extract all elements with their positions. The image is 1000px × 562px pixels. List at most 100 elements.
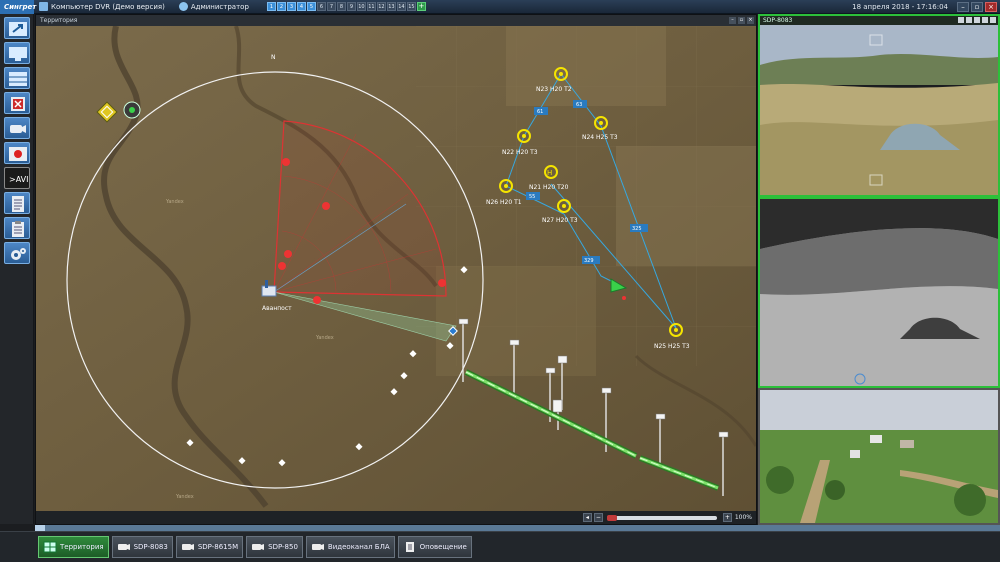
task-territory[interactable]: Территория xyxy=(38,536,109,558)
zoom-slider-thumb[interactable] xyxy=(606,514,617,521)
radar-target-marker[interactable] xyxy=(284,250,292,258)
camera-tool-button[interactable] xyxy=(966,17,972,23)
workspace-tab-10[interactable]: 10 xyxy=(356,2,366,11)
document-icon xyxy=(405,542,414,552)
workspace-tab-9[interactable]: 9 xyxy=(346,2,356,11)
minimize-button[interactable]: – xyxy=(957,2,969,12)
radar-target-marker[interactable] xyxy=(322,202,330,210)
workspace-tab-7[interactable]: 7 xyxy=(326,2,336,11)
workspace-tab-3[interactable]: 3 xyxy=(286,2,296,11)
clipboard-icon xyxy=(12,221,24,237)
camera-button[interactable] xyxy=(4,117,30,139)
avi-export-button[interactable]: >AVI xyxy=(4,167,30,189)
task-label: Территория xyxy=(60,543,104,551)
target-lock-icon[interactable] xyxy=(123,101,141,119)
field-patch xyxy=(506,26,666,106)
map-panel-title: Территория xyxy=(40,17,78,24)
computer-icon xyxy=(39,2,48,11)
camera-head[interactable] xyxy=(552,399,563,413)
task-label: SDP-8083 xyxy=(133,543,168,551)
camera-tool-button[interactable] xyxy=(990,17,996,23)
layout-grid-icon xyxy=(9,72,27,86)
workspace-tab-14[interactable]: 14 xyxy=(396,2,406,11)
task-label: SDP-8615M xyxy=(197,543,239,551)
workspace-tab-8[interactable]: 8 xyxy=(336,2,346,11)
user-menu[interactable]: Администратор xyxy=(178,2,249,11)
panel-close-button[interactable]: × xyxy=(747,17,754,24)
panel-minimize-button[interactable]: – xyxy=(729,17,736,24)
journal-button[interactable] xyxy=(4,192,30,214)
territory-map[interactable]: Аванпост N 61 63 55 325 329 N23 H20 T2 N… xyxy=(36,26,756,512)
computer-name: Компьютер DVR (Демо версия) xyxy=(51,2,165,11)
map-panel-header: Территория – ▫ × xyxy=(36,15,756,26)
close-view-button[interactable] xyxy=(4,92,30,114)
settings-button[interactable] xyxy=(4,242,30,264)
task-sdp-850[interactable]: SDP-850 xyxy=(246,536,303,558)
task-sdp-8083[interactable]: SDP-8083 xyxy=(111,536,173,558)
add-workspace-button[interactable]: + xyxy=(416,2,426,11)
workspace-tab-13[interactable]: 13 xyxy=(386,2,396,11)
task-sdp-8615m[interactable]: SDP-8615M xyxy=(175,536,244,558)
camera-head[interactable] xyxy=(458,318,469,325)
record-button[interactable] xyxy=(4,142,30,164)
computer-selector[interactable]: Компьютер DVR (Демо версия) xyxy=(39,2,165,11)
maximize-button[interactable]: ▫ xyxy=(971,2,983,12)
task-label: Оповещение xyxy=(419,543,467,551)
top-bar: Сингрет Компьютер DVR (Демо версия) Адми… xyxy=(0,0,1000,14)
panel-maximize-button[interactable]: ▫ xyxy=(738,17,745,24)
radar-target-marker[interactable] xyxy=(282,158,290,166)
camera-view-1[interactable]: SDP-8083 xyxy=(758,14,1000,197)
camera-head[interactable] xyxy=(718,431,729,438)
workspace-tab-1[interactable]: 1 xyxy=(266,2,276,11)
field-patch xyxy=(616,146,756,266)
camera-head[interactable] xyxy=(601,387,612,394)
zoom-level: 100% xyxy=(734,514,752,521)
camera-head[interactable] xyxy=(557,355,568,364)
camera-head[interactable] xyxy=(655,413,666,420)
workspace-tab-5[interactable]: 5 xyxy=(306,2,316,11)
workspace-tab-15[interactable]: 15 xyxy=(406,2,416,11)
camera-title: SDP-8083 xyxy=(763,17,793,24)
terrain-label: Yandex xyxy=(315,335,334,341)
record-icon xyxy=(9,147,27,161)
map-panel-controls: – ▫ × xyxy=(727,17,754,24)
camera-tool-button[interactable] xyxy=(974,17,980,23)
camera-head[interactable] xyxy=(509,339,520,346)
camera-view-2[interactable] xyxy=(758,197,1000,388)
camera-tool-button[interactable] xyxy=(982,17,988,23)
map-view-button[interactable] xyxy=(4,17,30,39)
zoom-in-button[interactable]: + xyxy=(722,513,732,522)
task-notification[interactable]: Оповещение xyxy=(397,536,472,558)
zoom-out-button[interactable]: − xyxy=(593,513,603,522)
report-button[interactable] xyxy=(4,217,30,239)
workspace-tab-6[interactable]: 6 xyxy=(316,2,326,11)
workspace-tab-4[interactable]: 4 xyxy=(296,2,306,11)
terrain-label: Yandex xyxy=(165,199,184,205)
radar-target-marker[interactable] xyxy=(278,262,286,270)
camera-icon xyxy=(311,544,324,550)
zoom-slider[interactable] xyxy=(606,514,717,521)
monitor-button[interactable] xyxy=(4,42,30,64)
camera-tool-button[interactable] xyxy=(958,17,964,23)
camera-feed-3 xyxy=(760,390,998,523)
window-controls: – ▫ × xyxy=(955,2,997,12)
radar-target-marker[interactable] xyxy=(313,296,321,304)
workspace-tab-11[interactable]: 11 xyxy=(366,2,376,11)
distance-label: 325 xyxy=(632,226,642,232)
taskbar: Территория SDP-8083 SDP-8615M SDP-850 Ви… xyxy=(0,531,1000,562)
zoom-prev-button[interactable]: ◂ xyxy=(582,513,592,522)
workspace-tab-12[interactable]: 12 xyxy=(376,2,386,11)
camera-head[interactable] xyxy=(545,367,556,374)
task-uav-video[interactable]: Видеоканал БЛА xyxy=(305,536,395,558)
north-indicator: N xyxy=(271,54,276,61)
expand-arrow-icon xyxy=(9,22,27,36)
camera-view-3[interactable] xyxy=(758,388,1000,525)
radar-target-marker[interactable] xyxy=(438,279,446,287)
user-name: Администратор xyxy=(190,2,249,11)
app-logo: Сингрет xyxy=(0,0,36,14)
target-label: N22 H20 T3 xyxy=(502,149,538,156)
workspace-tab-2[interactable]: 2 xyxy=(276,2,286,11)
map-icon xyxy=(43,541,57,553)
close-button[interactable]: × xyxy=(985,2,997,12)
layout-button[interactable] xyxy=(4,67,30,89)
